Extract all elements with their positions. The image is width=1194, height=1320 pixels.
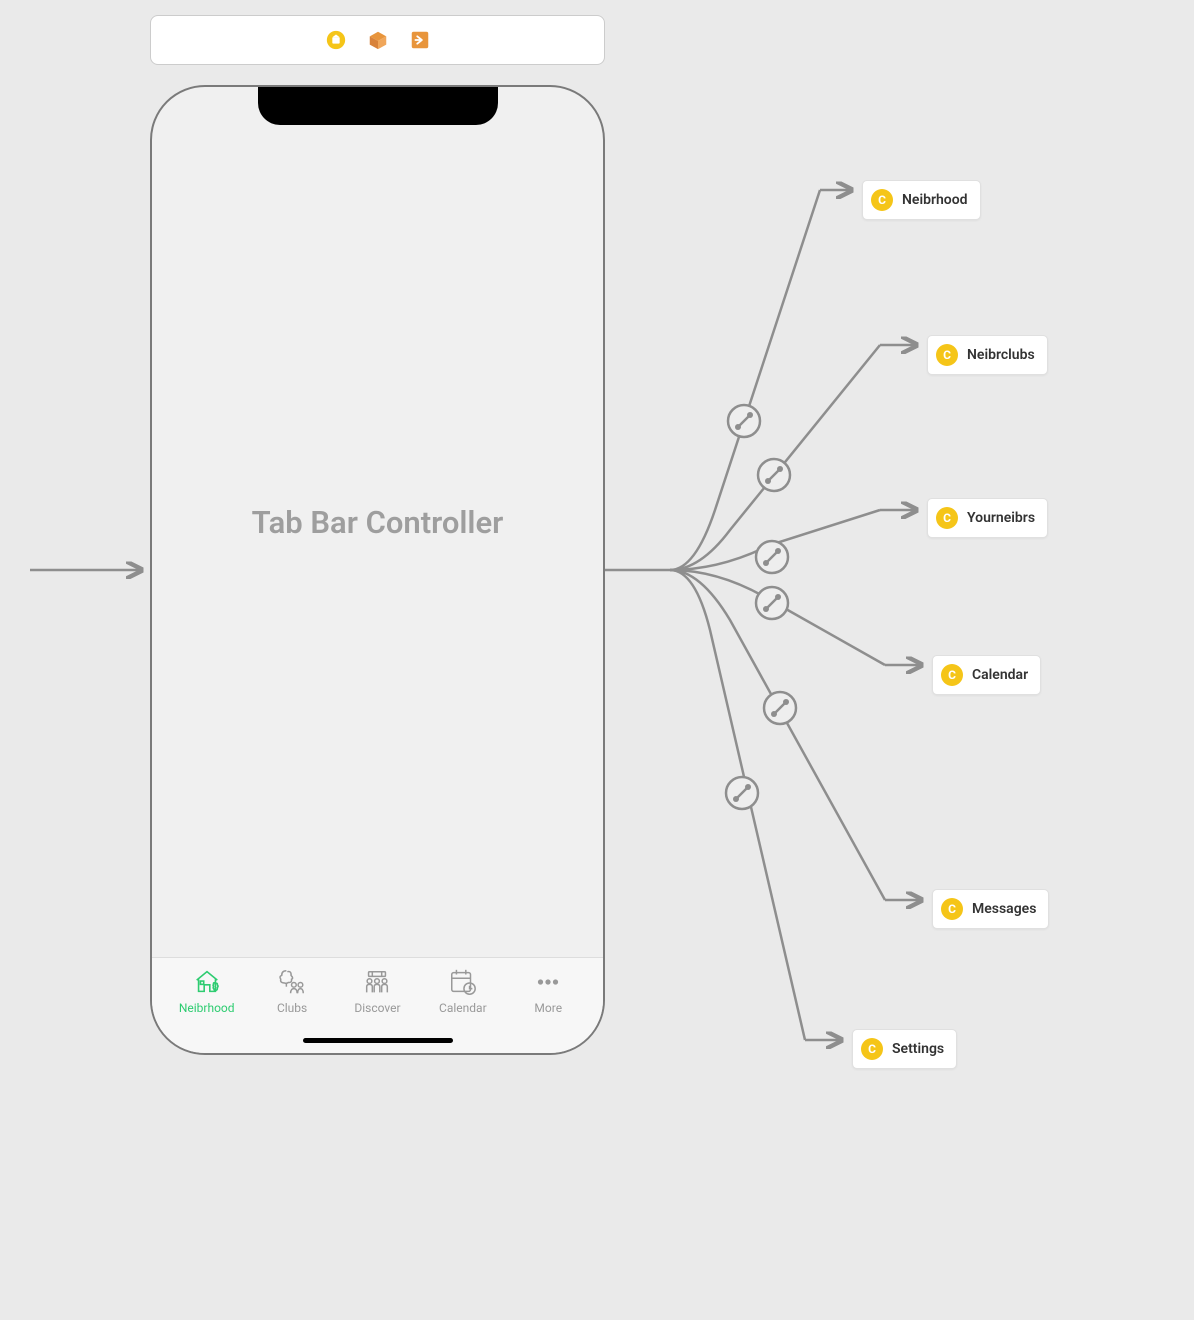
scene-box-icon[interactable] <box>367 29 389 51</box>
storyboard-badge-icon[interactable] <box>325 29 347 51</box>
reference-messages[interactable]: C Messages <box>932 889 1049 929</box>
tab-item-clubs[interactable]: Clubs <box>252 966 332 1015</box>
tab-item-calendar[interactable]: Calendar <box>423 966 503 1015</box>
scene-toolbar <box>150 15 605 65</box>
reference-label: Settings <box>892 1041 944 1057</box>
storyboard-reference-icon: C <box>936 344 958 366</box>
ellipsis-icon <box>532 966 564 998</box>
storyboard-reference-icon: C <box>941 664 963 686</box>
storyboard-reference-icon: C <box>861 1038 883 1060</box>
people-group-icon <box>361 966 393 998</box>
reference-calendar[interactable]: C Calendar <box>932 655 1041 695</box>
reference-label: Messages <box>972 901 1036 917</box>
tab-label: Neibrhood <box>179 1001 235 1015</box>
scene-title: Tab Bar Controller <box>252 504 504 541</box>
calendar-clock-icon <box>447 966 479 998</box>
reference-label: Calendar <box>972 667 1028 683</box>
tab-label: Calendar <box>439 1001 487 1015</box>
storyboard-reference-icon: C <box>941 898 963 920</box>
screen-body: Tab Bar Controller <box>152 87 603 957</box>
reference-neibrhood[interactable]: C Neibrhood <box>862 180 981 220</box>
reference-label: Yourneibrs <box>967 510 1035 526</box>
tab-item-neibrhood[interactable]: Neibrhood <box>167 966 247 1015</box>
tab-bar-controller-scene[interactable]: Tab Bar Controller Neibrhood <box>150 85 605 1055</box>
tab-item-discover[interactable]: Discover <box>337 966 417 1015</box>
house-icon <box>191 966 223 998</box>
tab-label: Clubs <box>277 1001 307 1015</box>
tab-bar: Neibrhood Clubs <box>152 957 603 1053</box>
reference-yourneibrs[interactable]: C Yourneibrs <box>927 498 1048 538</box>
storyboard-reference-icon: C <box>936 507 958 529</box>
reference-label: Neibrhood <box>902 192 968 208</box>
reference-neibrclubs[interactable]: C Neibrclubs <box>927 335 1048 375</box>
storyboard-reference-icon: C <box>871 189 893 211</box>
exit-box-icon[interactable] <box>409 29 431 51</box>
tree-people-icon <box>276 966 308 998</box>
reference-settings[interactable]: C Settings <box>852 1029 957 1069</box>
home-indicator <box>303 1038 453 1043</box>
tab-item-more[interactable]: More <box>508 966 588 1015</box>
tab-label: More <box>534 1001 562 1015</box>
reference-label: Neibrclubs <box>967 347 1035 363</box>
tab-label: Discover <box>354 1001 400 1015</box>
